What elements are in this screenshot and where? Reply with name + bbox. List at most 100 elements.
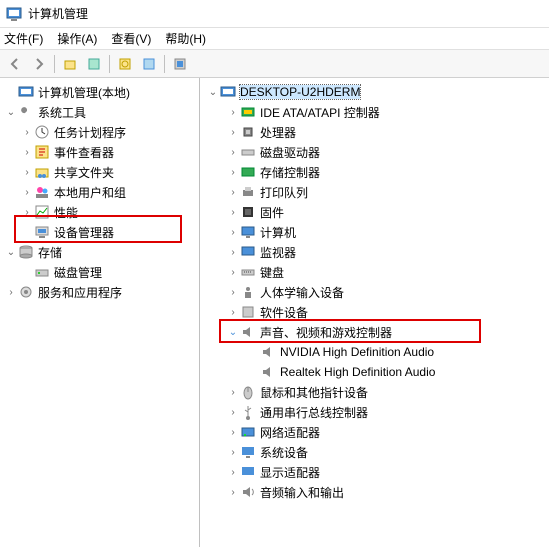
expander-icon[interactable]: ›: [226, 247, 240, 258]
expander-icon[interactable]: ›: [226, 487, 240, 498]
tree-local-users[interactable]: › 本地用户和组: [0, 182, 199, 202]
tree-label: 存储: [38, 244, 62, 261]
expander-icon[interactable]: ›: [226, 187, 240, 198]
tree-label: 固件: [260, 204, 284, 221]
up-button[interactable]: [59, 53, 81, 75]
device-audio-io[interactable]: › 音频输入和输出: [200, 482, 549, 502]
computer-icon: [220, 84, 236, 100]
expander-icon[interactable]: ›: [226, 307, 240, 318]
toolbar-separator: [164, 55, 165, 73]
expander-icon[interactable]: ›: [226, 147, 240, 158]
device-system-devices[interactable]: › 系统设备: [200, 442, 549, 462]
back-button[interactable]: [4, 53, 26, 75]
menu-file[interactable]: 文件(F): [4, 30, 43, 47]
tree-device-manager[interactable]: › 设备管理器: [0, 222, 199, 242]
device-firmware[interactable]: › 固件: [200, 202, 549, 222]
show-hide-button[interactable]: [169, 53, 191, 75]
menu-bar: 文件(F) 操作(A) 查看(V) 帮助(H): [0, 28, 549, 50]
network-icon: [240, 424, 256, 440]
device-print-queues[interactable]: › 打印队列: [200, 182, 549, 202]
tree-root-computer-mgmt[interactable]: ▸ 计算机管理(本地): [0, 82, 199, 102]
tree-label: 系统设备: [260, 444, 308, 461]
tree-label: 鼠标和其他指针设备: [260, 384, 368, 401]
expander-icon[interactable]: ›: [226, 107, 240, 118]
expander-icon[interactable]: ⌄: [4, 107, 18, 118]
tree-label: 系统工具: [38, 104, 86, 121]
tree-task-scheduler[interactable]: › 任务计划程序: [0, 122, 199, 142]
tree-label: 事件查看器: [54, 144, 114, 161]
menu-action[interactable]: 操作(A): [57, 30, 97, 47]
tree-performance[interactable]: › 性能: [0, 202, 199, 222]
device-storage-controllers[interactable]: › 存储控制器: [200, 162, 549, 182]
window-title: 计算机管理: [28, 5, 88, 22]
audio-io-icon: [240, 484, 256, 500]
expander-icon[interactable]: ›: [20, 127, 34, 138]
performance-icon: [34, 204, 50, 220]
tree-system-tools[interactable]: ⌄ 系统工具: [0, 102, 199, 122]
help-button[interactable]: [138, 53, 160, 75]
tree-label: NVIDIA High Definition Audio: [280, 345, 434, 359]
expander-icon[interactable]: ⌄: [206, 87, 220, 98]
tree-disk-management[interactable]: › 磁盘管理: [0, 262, 199, 282]
tree-label: 人体学输入设备: [260, 284, 344, 301]
expander-icon[interactable]: ›: [226, 387, 240, 398]
device-usb[interactable]: › 通用串行总线控制器: [200, 402, 549, 422]
expander-icon[interactable]: ›: [226, 427, 240, 438]
expander-icon[interactable]: ⌄: [4, 247, 18, 258]
device-display-adapters[interactable]: › 显示适配器: [200, 462, 549, 482]
tree-shared-folders[interactable]: › 共享文件夹: [0, 162, 199, 182]
menu-view[interactable]: 查看(V): [111, 30, 151, 47]
device-nvidia-audio[interactable]: › NVIDIA High Definition Audio: [200, 342, 549, 362]
cpu-icon: [240, 124, 256, 140]
expander-icon[interactable]: ›: [20, 207, 34, 218]
sound-icon: [260, 364, 276, 380]
computer-mgmt-icon: [18, 84, 34, 100]
tree-label: 计算机管理(本地): [38, 84, 130, 101]
expander-icon[interactable]: ⌄: [226, 327, 240, 338]
expander-icon[interactable]: ›: [4, 287, 18, 298]
tree-services-apps[interactable]: › 服务和应用程序: [0, 282, 199, 302]
expander-icon[interactable]: ›: [226, 267, 240, 278]
expander-icon[interactable]: ›: [20, 147, 34, 158]
ide-icon: [240, 104, 256, 120]
device-ide[interactable]: › IDE ATA/ATAPI 控制器: [200, 102, 549, 122]
expander-icon[interactable]: ›: [226, 287, 240, 298]
tree-event-viewer[interactable]: › 事件查看器: [0, 142, 199, 162]
tree-label: 服务和应用程序: [38, 284, 122, 301]
firmware-icon: [240, 204, 256, 220]
device-sound-video-game[interactable]: ⌄ 声音、视频和游戏控制器: [200, 322, 549, 342]
expander-icon[interactable]: ›: [20, 167, 34, 178]
shared-folder-icon: [34, 164, 50, 180]
tree-label: 设备管理器: [54, 224, 114, 241]
device-keyboards[interactable]: › 键盘: [200, 262, 549, 282]
tree-label: IDE ATA/ATAPI 控制器: [260, 104, 380, 121]
properties-button[interactable]: [83, 53, 105, 75]
device-realtek-audio[interactable]: › Realtek High Definition Audio: [200, 362, 549, 382]
expander-icon[interactable]: ›: [226, 407, 240, 418]
tree-storage[interactable]: ⌄ 存储: [0, 242, 199, 262]
title-bar: 计算机管理: [0, 0, 549, 28]
hid-icon: [240, 284, 256, 300]
device-disk-drives[interactable]: › 磁盘驱动器: [200, 142, 549, 162]
refresh-button[interactable]: [114, 53, 136, 75]
expander-icon[interactable]: ›: [20, 187, 34, 198]
menu-help[interactable]: 帮助(H): [165, 30, 206, 47]
device-manager-icon: [34, 224, 50, 240]
mouse-icon: [240, 384, 256, 400]
device-hid[interactable]: › 人体学输入设备: [200, 282, 549, 302]
device-mouse[interactable]: › 鼠标和其他指针设备: [200, 382, 549, 402]
device-computer-category[interactable]: › 计算机: [200, 222, 549, 242]
device-processors[interactable]: › 处理器: [200, 122, 549, 142]
display-adapter-icon: [240, 464, 256, 480]
expander-icon[interactable]: ›: [226, 207, 240, 218]
device-software[interactable]: › 软件设备: [200, 302, 549, 322]
device-network[interactable]: › 网络适配器: [200, 422, 549, 442]
expander-icon[interactable]: ›: [226, 227, 240, 238]
expander-icon[interactable]: ›: [226, 447, 240, 458]
device-root-computer[interactable]: ⌄ DESKTOP-U2HDERM: [200, 82, 549, 102]
expander-icon[interactable]: ›: [226, 467, 240, 478]
expander-icon[interactable]: ›: [226, 167, 240, 178]
expander-icon[interactable]: ›: [226, 127, 240, 138]
forward-button[interactable]: [28, 53, 50, 75]
device-monitors[interactable]: › 监视器: [200, 242, 549, 262]
